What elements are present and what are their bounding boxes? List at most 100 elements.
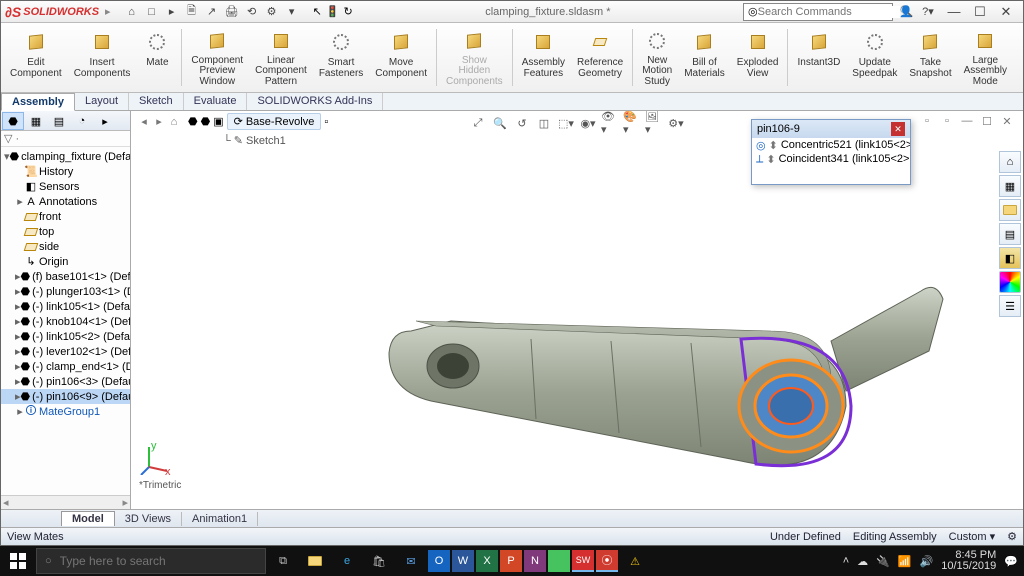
tree-item[interactable]: ▸ ⬣ (-) pin106<9> (Default<: [1, 389, 130, 404]
ribbon-edit[interactable]: Edit Component: [5, 25, 67, 90]
doc-max-icon[interactable]: ☐: [979, 113, 995, 129]
task-view-palette-icon[interactable]: ◧: [999, 247, 1021, 269]
feature-filter[interactable]: ▽ ·: [1, 131, 130, 147]
tree-item[interactable]: ▸ A Annotations: [1, 194, 130, 209]
taskbar-word-icon[interactable]: W: [452, 550, 474, 572]
doc-window2-icon[interactable]: ▫: [939, 113, 955, 129]
bc-back-icon[interactable]: ◂: [137, 115, 151, 129]
tree-item[interactable]: 📜 History: [1, 164, 130, 179]
expand-icon[interactable]: ▸: [15, 405, 25, 418]
task-appearances-icon[interactable]: [999, 271, 1021, 293]
mate-row[interactable]: ◎ ⬍ Concentric521 (link105<2>,pin106<9: [752, 138, 910, 152]
hide-show-icon[interactable]: 👁▾: [601, 114, 619, 132]
tree-root[interactable]: ▾ ⬣ clamping_fixture (Default<Dis: [1, 149, 130, 164]
qat-new-icon[interactable]: □: [143, 3, 161, 21]
task-home-icon[interactable]: ⌂: [999, 151, 1021, 173]
tray-volume-icon[interactable]: 🔊: [920, 555, 934, 568]
qat-undo-icon[interactable]: ⟲: [243, 3, 261, 21]
doc-window1-icon[interactable]: ▫: [919, 113, 935, 129]
scene-icon[interactable]: 🎨▾: [623, 114, 641, 132]
bc-part-icon[interactable]: ⬣: [188, 115, 198, 128]
taskbar-search-input[interactable]: [60, 554, 257, 568]
taskbar-onenote-icon[interactable]: N: [524, 550, 546, 572]
tray-up-icon[interactable]: ˄: [843, 555, 849, 567]
view-orient-icon[interactable]: ⬚▾: [557, 114, 575, 132]
expand-icon[interactable]: ▸: [15, 195, 25, 208]
tree-item[interactable]: ▸ ⬣ (-) link105<1> (Default<<: [1, 299, 130, 314]
ribbon-take[interactable]: Take Snapshot: [904, 25, 956, 90]
bc-child-chip[interactable]: └ ✎ Sketch1: [217, 133, 292, 148]
taskbar-ppt-icon[interactable]: P: [500, 550, 522, 572]
doc-min-icon[interactable]: —: [959, 113, 975, 129]
fm-tab-property-icon[interactable]: ▦: [25, 112, 47, 130]
fm-tab-config-icon[interactable]: ▤: [48, 112, 70, 130]
tree-item[interactable]: ◧ Sensors: [1, 179, 130, 194]
tree-item[interactable]: ▸ ⬣ (-) knob104<1> (Default<: [1, 314, 130, 329]
apply-scene-icon[interactable]: 🖼▾: [645, 114, 663, 132]
bc-feature-chip[interactable]: ⟳ Base-Revolve: [227, 113, 322, 130]
taskbar-clock[interactable]: 8:45 PM 10/15/2019: [941, 550, 996, 572]
zoom-area-icon[interactable]: 🔍: [491, 114, 509, 132]
doc-close-icon[interactable]: ✕: [999, 113, 1015, 129]
traffic-light-icon[interactable]: 🚦: [326, 5, 340, 18]
task-properties-icon[interactable]: ☰: [999, 295, 1021, 317]
tree-item[interactable]: ▸ ⬣ (f) base101<1> (Default<<: [1, 269, 130, 284]
taskbar-warn-icon[interactable]: ⚠: [620, 546, 650, 576]
tree-item[interactable]: ▸ ⬣ (-) lever102<1> (Default<: [1, 344, 130, 359]
ribbon-tab-evaluate[interactable]: Evaluate: [184, 93, 248, 110]
ribbon-component[interactable]: Component Preview Window: [186, 25, 248, 90]
task-explorer-icon[interactable]: ▤: [999, 223, 1021, 245]
qat-saveall-icon[interactable]: ↗: [203, 3, 221, 21]
bc-part2-icon[interactable]: ⬣: [201, 115, 211, 128]
tree-item[interactable]: ▸ ⬣ (-) pin106<3> (Default<: [1, 374, 130, 389]
task-view-icon[interactable]: ⧉: [268, 546, 298, 576]
bc-forward-icon[interactable]: ▸: [152, 115, 166, 129]
tree-item[interactable]: side: [1, 239, 130, 254]
ribbon-instant3d[interactable]: Instant3D: [792, 25, 845, 90]
tray-wifi-icon[interactable]: 📶: [898, 555, 912, 568]
task-resources-icon[interactable]: ▦: [999, 175, 1021, 197]
qat-print-icon[interactable]: 🖨: [223, 3, 241, 21]
fm-tab-more-icon[interactable]: ▸: [94, 112, 116, 130]
taskbar-excel-icon[interactable]: X: [476, 550, 498, 572]
mates-popup-close-icon[interactable]: ✕: [891, 122, 905, 136]
ribbon-new[interactable]: New Motion Study: [637, 25, 677, 90]
mate-row[interactable]: ⟂ ⬍ Coincident341 (link105<2>,pin106<9: [752, 152, 910, 166]
tray-power-icon[interactable]: 🔌: [876, 555, 890, 568]
fm-tab-display-icon[interactable]: ◔: [71, 112, 93, 130]
view-settings-icon[interactable]: ⚙▾: [667, 114, 685, 132]
help-icon[interactable]: ?▾: [919, 3, 937, 21]
ribbon-tab-solidworks-add-ins[interactable]: SOLIDWORKS Add-Ins: [247, 93, 383, 110]
task-library-icon[interactable]: [999, 199, 1021, 221]
search-commands[interactable]: ◎ 🔍: [743, 3, 893, 21]
tree-item[interactable]: ▸ 🛈 MateGroup1: [1, 404, 130, 419]
ribbon-tab-sketch[interactable]: Sketch: [129, 93, 184, 110]
bc-end-icon[interactable]: ▫: [324, 116, 328, 128]
ribbon-insert[interactable]: Insert Components: [69, 25, 136, 90]
bottom-tab-animation1[interactable]: Animation1: [182, 512, 258, 526]
user-icon[interactable]: 👤: [897, 3, 915, 21]
bottom-tab-model[interactable]: Model: [61, 511, 115, 526]
bc-body-icon[interactable]: ▣: [213, 115, 223, 128]
qat-home-icon[interactable]: ⌂: [123, 3, 141, 21]
taskbar-mail-icon[interactable]: ✉: [396, 546, 426, 576]
close-button[interactable]: ✕: [993, 2, 1019, 22]
ribbon-move[interactable]: Move Component: [370, 25, 432, 90]
qat-open-icon[interactable]: ▸: [163, 3, 181, 21]
start-button[interactable]: [2, 546, 34, 576]
ribbon-tab-layout[interactable]: Layout: [75, 93, 129, 110]
search-commands-input[interactable]: [758, 6, 900, 18]
taskbar-solidworks-icon[interactable]: SW: [572, 550, 594, 572]
minimize-button[interactable]: —: [941, 2, 967, 22]
bc-recent-icon[interactable]: ⌂: [167, 115, 181, 129]
tray-cloud-icon[interactable]: ☁: [857, 555, 868, 568]
display-style-icon[interactable]: ◉▾: [579, 114, 597, 132]
ribbon-linear[interactable]: Linear Component Pattern: [250, 25, 312, 90]
ribbon-tab-assembly[interactable]: Assembly: [1, 93, 75, 111]
tree-item[interactable]: ▸ ⬣ (-) plunger103<1> (Defaul: [1, 284, 130, 299]
cursor-tool-icon[interactable]: ↖: [313, 5, 322, 18]
bottom-tab-3d-views[interactable]: 3D Views: [115, 512, 182, 526]
tree-item[interactable]: front: [1, 209, 130, 224]
tray-notifications-icon[interactable]: 💬: [1004, 555, 1018, 568]
qat-save-icon[interactable]: 🗎: [183, 3, 201, 21]
